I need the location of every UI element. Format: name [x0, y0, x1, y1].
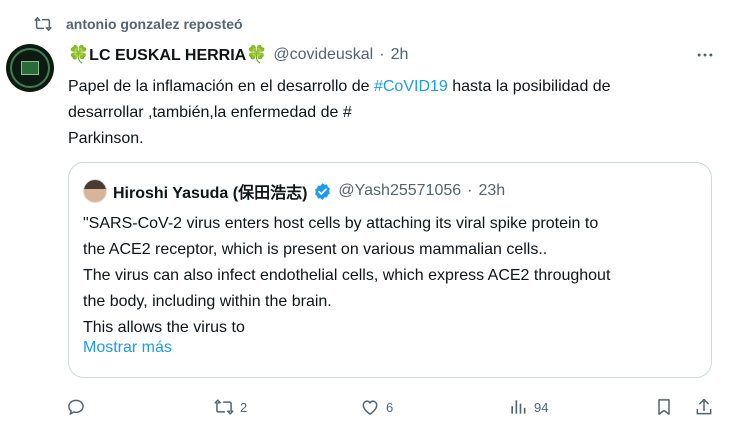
quoted-author-handle[interactable]: @Yash25571056: [338, 182, 461, 200]
repost-icon: [34, 17, 52, 31]
action-bar: 2 6 94: [66, 395, 716, 419]
bookmark-button[interactable]: [654, 395, 674, 419]
verified-badge-icon: [315, 182, 331, 200]
separator-dot: ·: [379, 46, 385, 63]
like-count: 6: [386, 399, 394, 415]
show-more-link[interactable]: Mostrar más: [83, 339, 172, 357]
repost-icon: [214, 399, 234, 415]
quoted-tweet-text: "SARS-CoV-2 virus enters host cells by a…: [83, 215, 611, 336]
tweet-text-part1: Papel de la inflamación en el desarrollo…: [68, 78, 374, 95]
repost-button[interactable]: 2: [214, 395, 247, 419]
repost-count: 2: [240, 399, 248, 415]
views-button[interactable]: 94: [508, 395, 548, 419]
author-avatar[interactable]: [6, 44, 54, 92]
tweet-header: 🍀LC EUSKAL HERRIA🍀 @covideuskal · 2h: [68, 44, 408, 66]
quoted-tweet-header: Hiroshi Yasuda (保田浩志) @Yash25571056 · 23…: [83, 179, 505, 203]
quoted-tweet[interactable]: Hiroshi Yasuda (保田浩志) @Yash25571056 · 23…: [68, 162, 712, 378]
tweet-text: Papel de la inflamación en el desarrollo…: [68, 74, 718, 152]
quoted-separator-dot: ·: [467, 182, 473, 199]
views-icon: [511, 400, 526, 414]
quoted-timestamp[interactable]: 23h: [478, 182, 505, 200]
author-name-text: LC EUSKAL HERRIA: [89, 47, 247, 64]
clover-emoji-right: 🍀: [246, 45, 268, 64]
hashtag-link[interactable]: #CoVID19: [374, 78, 448, 95]
repost-indicator[interactable]: antonio gonzalez reposteó: [34, 14, 243, 34]
author-handle[interactable]: @covideuskal: [273, 46, 373, 64]
like-icon: [362, 400, 378, 415]
quoted-author-name[interactable]: Hiroshi Yasuda (保田浩志): [113, 179, 307, 203]
share-button[interactable]: [694, 395, 714, 419]
more-options-button[interactable]: [694, 44, 716, 66]
tweet-timestamp[interactable]: 2h: [391, 46, 409, 64]
quoted-author-avatar[interactable]: [83, 179, 107, 203]
reply-icon: [68, 399, 84, 415]
view-count: 94: [534, 399, 549, 415]
like-button[interactable]: 6: [360, 395, 393, 419]
clover-emoji-left: 🍀: [68, 45, 90, 64]
author-name[interactable]: 🍀LC EUSKAL HERRIA🍀: [68, 45, 267, 65]
more-icon: [697, 53, 713, 57]
bookmark-icon: [658, 399, 670, 415]
avatar-ring: [10, 48, 50, 88]
share-icon: [696, 398, 712, 415]
repost-label: antonio gonzalez reposteó: [66, 16, 243, 32]
reply-button[interactable]: [66, 395, 86, 419]
